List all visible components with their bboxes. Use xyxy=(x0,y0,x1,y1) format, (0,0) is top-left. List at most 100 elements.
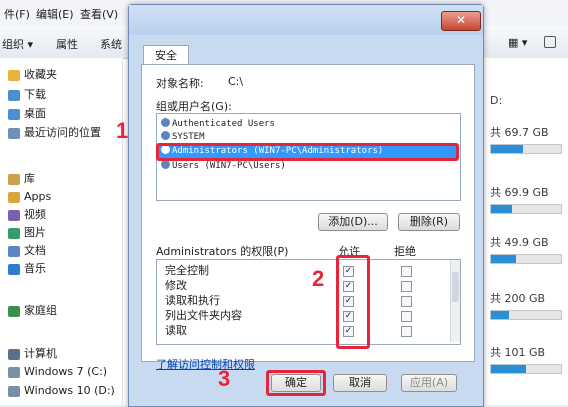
properties-button[interactable]: 属性 xyxy=(56,36,78,52)
sidebar-item-label: 收藏夹 xyxy=(24,68,57,81)
permission-row: 读取和执行 xyxy=(165,294,220,307)
system-button[interactable]: 系统 xyxy=(100,36,122,52)
menu-file[interactable]: 件(F) xyxy=(4,6,30,22)
sidebar-item[interactable]: 家庭组 xyxy=(8,302,57,320)
video-library-icon xyxy=(8,209,20,221)
drive-size-text: 共 69.9 GB xyxy=(490,186,549,199)
permission-row: 列出文件夹内容 xyxy=(165,309,242,322)
sidebar-item[interactable]: 库 xyxy=(8,170,35,188)
object-name-value: C:\ xyxy=(228,75,244,88)
drive-icon xyxy=(8,366,20,378)
sidebar-item[interactable]: 音乐 xyxy=(8,260,46,278)
sidebar-item[interactable]: 下载 xyxy=(8,86,46,104)
menu-view[interactable]: 查看(V) xyxy=(80,6,118,22)
drive-size-text: 共 101 GB xyxy=(490,346,546,359)
sidebar-item-label: Apps xyxy=(24,190,52,203)
drive-size-text: D: xyxy=(490,94,503,107)
homegroup-icon xyxy=(8,305,20,317)
computer-icon xyxy=(8,348,20,360)
star-icon xyxy=(8,69,20,81)
apply-button[interactable]: 应用(A) xyxy=(401,374,457,392)
sidebar-item-label: 库 xyxy=(24,172,35,185)
drive-size-text: 共 200 GB xyxy=(490,292,546,305)
user-row-authenticated[interactable]: Authenticated Users xyxy=(161,118,275,131)
object-name-label: 对象名称: xyxy=(156,77,204,90)
sidebar-item-label: 计算机 xyxy=(24,347,57,360)
permissions-header: Administrators 的权限(P) xyxy=(156,245,289,258)
recent-places-icon xyxy=(8,127,20,139)
deny-checkbox[interactable] xyxy=(401,311,412,322)
sidebar-item[interactable]: Windows 10 (D:) xyxy=(8,382,115,400)
sidebar-item-label: Windows 7 (C:) xyxy=(24,365,108,378)
permission-row: 读取 xyxy=(165,324,187,337)
navigation-pane: 收藏夹下载桌面最近访问的位置库 Apps 视频图片文档音乐家庭组计算机 Windows… xyxy=(0,58,123,405)
highlight-box-ok xyxy=(266,370,326,396)
scrollbar-thumb[interactable] xyxy=(452,272,459,302)
drive-usage-fill xyxy=(491,145,523,153)
user-group-icon xyxy=(161,160,170,169)
preview-pane-icon[interactable] xyxy=(544,36,556,48)
library-icon xyxy=(8,173,20,185)
sidebar-item-label: Windows 10 (D:) xyxy=(24,384,115,397)
sidebar-item[interactable]: 文档 xyxy=(8,242,46,260)
sidebar-item-label: 最近访问的位置 xyxy=(24,126,101,139)
properties-dialog: ✕ 安全 对象名称: C:\ 组或用户名(G): Authenticated U… xyxy=(128,4,484,407)
menu-edit[interactable]: 编辑(E) xyxy=(36,6,74,22)
deny-checkbox[interactable] xyxy=(401,326,412,337)
drive-usage-fill xyxy=(491,205,512,213)
sidebar-item-label: 音乐 xyxy=(24,262,46,275)
permissions-scrollbar[interactable] xyxy=(450,260,460,342)
sidebar-item[interactable]: Windows 7 (C:) xyxy=(8,363,107,381)
cancel-button[interactable]: 取消 xyxy=(333,374,387,392)
download-folder-icon xyxy=(8,89,20,101)
step-3-label: 3 xyxy=(218,366,231,391)
sidebar-item-label: 文档 xyxy=(24,244,46,257)
desktop-icon xyxy=(8,108,20,120)
dialog-titlebar: ✕ xyxy=(129,5,483,35)
user-row-users[interactable]: Users (WIN7-PC\Users) xyxy=(161,160,286,173)
permission-row: 完全控制 xyxy=(165,264,209,277)
drive-size-text: 共 69.7 GB xyxy=(490,126,549,139)
drive-usage-fill xyxy=(491,255,516,263)
sidebar-item[interactable]: 收藏夹 xyxy=(8,66,57,84)
remove-button[interactable]: 删除(R) xyxy=(398,213,460,231)
drive-icon xyxy=(8,385,20,397)
sidebar-item-label: 下载 xyxy=(24,88,46,101)
pictures-library-icon xyxy=(8,227,20,239)
view-options-icon[interactable]: ▦ ▾ xyxy=(508,36,527,49)
documents-library-icon xyxy=(8,245,20,257)
deny-checkbox[interactable] xyxy=(401,281,412,292)
drive-details: D: 共 69.7 GB 共 69.9 GB 共 49.9 GB 共 200 GB 共 1… xyxy=(480,58,568,405)
music-library-icon xyxy=(8,263,20,275)
sidebar-item-label: 视频 xyxy=(24,208,46,221)
sidebar-item[interactable]: 桌面 xyxy=(8,105,46,123)
groups-label: 组或用户名(G): xyxy=(156,100,232,113)
drive-usage-fill xyxy=(491,365,526,373)
user-group-icon xyxy=(161,118,170,127)
sidebar-item-label: 家庭组 xyxy=(24,304,57,317)
sidebar-item[interactable]: 计算机 xyxy=(8,345,57,363)
highlight-box-allow xyxy=(336,255,370,349)
access-control-help-link[interactable]: 了解访问控制和权限 xyxy=(156,356,255,372)
tab-security[interactable]: 安全 xyxy=(143,45,189,66)
sidebar-item-label: 桌面 xyxy=(24,107,46,120)
sidebar-item[interactable]: 最近访问的位置 xyxy=(8,124,101,142)
drive-usage-bar xyxy=(490,144,562,154)
security-panel: 对象名称: C:\ 组或用户名(G): Authenticated Users … xyxy=(141,64,475,371)
organize-button[interactable]: 组织 ▾ xyxy=(2,36,33,52)
close-button[interactable]: ✕ xyxy=(441,11,481,31)
permissions-list: 完全控制 ✓ 修改 ✓ 读取和执行 ✓ 列出文件夹内容 ✓ 读取 ✓ xyxy=(156,259,461,345)
drive-size-text: 共 49.9 GB xyxy=(490,236,549,249)
permission-row: 修改 xyxy=(165,279,187,292)
sidebar-item[interactable]: Apps xyxy=(8,188,51,206)
highlight-box-administrators xyxy=(156,143,459,161)
step-2-label: 2 xyxy=(312,266,325,291)
drive-usage-bar xyxy=(490,310,562,320)
sidebar-item[interactable]: 视频 xyxy=(8,206,46,224)
deny-checkbox[interactable] xyxy=(401,296,412,307)
deny-checkbox[interactable] xyxy=(401,266,412,277)
sidebar-item-label: 图片 xyxy=(24,226,46,239)
drive-usage-bar xyxy=(490,204,562,214)
add-button[interactable]: 添加(D)... xyxy=(318,213,388,231)
sidebar-item[interactable]: 图片 xyxy=(8,224,46,242)
